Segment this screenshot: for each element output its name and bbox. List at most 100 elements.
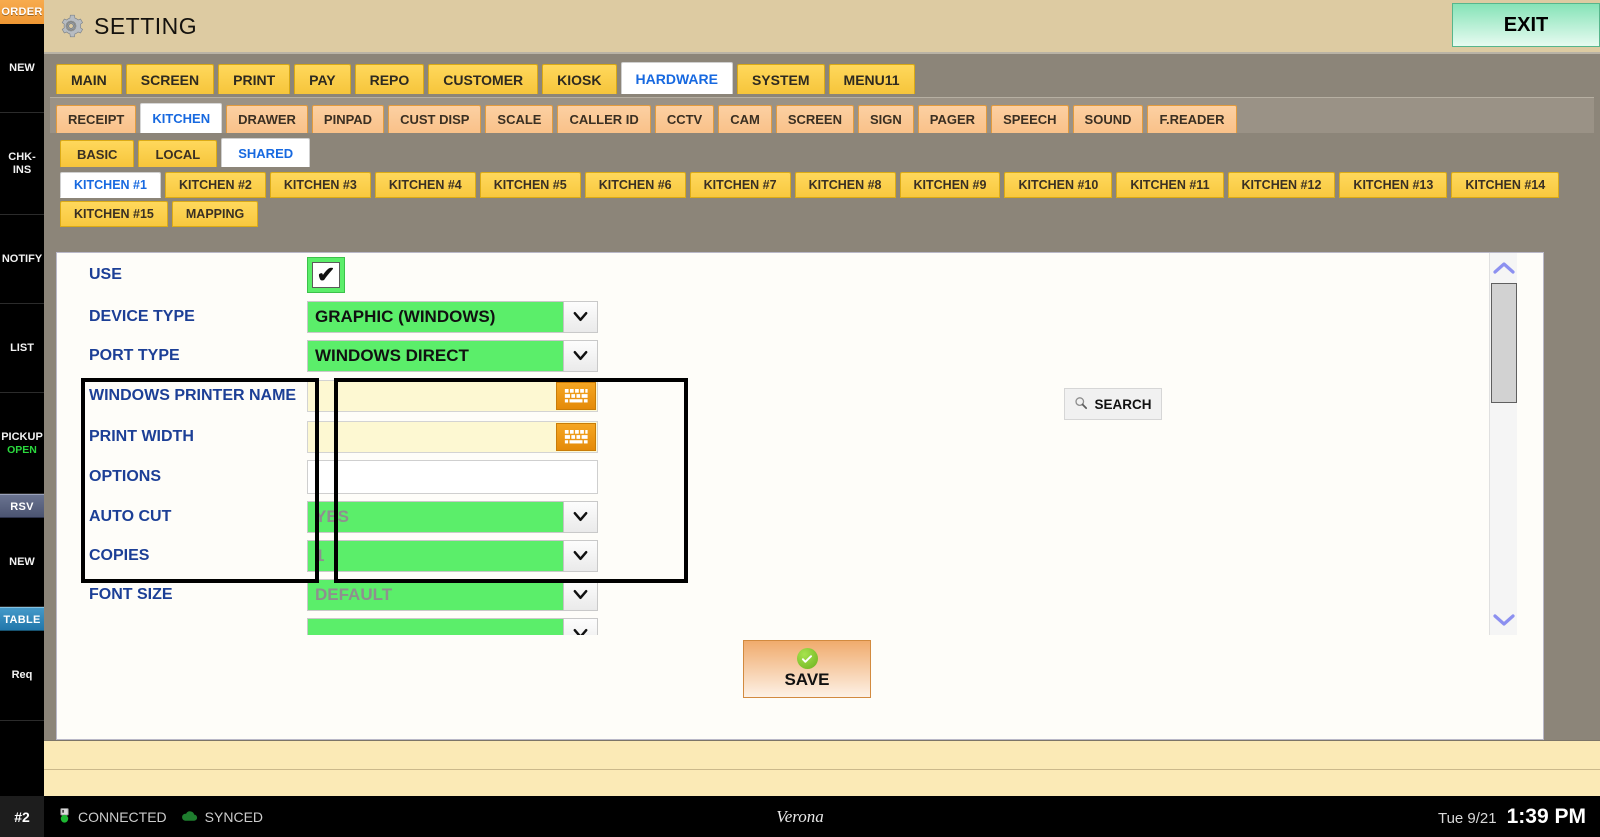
save-button[interactable]: SAVE xyxy=(743,640,871,698)
tab-pager[interactable]: PAGER xyxy=(917,105,988,133)
auto-cut-select[interactable]: YES xyxy=(307,500,598,533)
tab-kitchen-10[interactable]: KITCHEN #10 xyxy=(1004,172,1113,198)
status-time: 1:39 PM xyxy=(1506,804,1586,828)
port-type-select[interactable]: WINDOWS DIRECT xyxy=(307,339,598,372)
chevron-down-icon[interactable] xyxy=(563,501,597,532)
form-row-options: OPTIONS xyxy=(57,457,1517,497)
sidebar-item-rsv-new[interactable]: NEW xyxy=(0,518,44,608)
sidebar-item-label: NEW xyxy=(9,556,35,569)
tab-menu11[interactable]: MENU11 xyxy=(828,64,915,94)
tab-label: SPEECH xyxy=(1003,112,1057,127)
printer-name-input[interactable] xyxy=(308,380,554,409)
form-row-device-type: DEVICE TYPE GRAPHIC (WINDOWS) xyxy=(57,297,1517,336)
save-button-label: SAVE xyxy=(784,670,830,689)
printer-name-field[interactable] xyxy=(307,379,598,412)
tab-kitchen-7[interactable]: KITCHEN #7 xyxy=(689,172,791,198)
form-row-port-type: PORT TYPE WINDOWS DIRECT xyxy=(57,336,1517,375)
tab-shared[interactable]: SHARED xyxy=(221,138,311,167)
exit-button[interactable]: EXIT xyxy=(1452,3,1600,47)
sidebar-header-table[interactable]: TABLE xyxy=(0,607,44,632)
tab-scale[interactable]: SCALE xyxy=(485,105,554,133)
tab-screen[interactable]: SCREEN xyxy=(775,105,854,133)
tab-kitchen-4[interactable]: KITCHEN #4 xyxy=(374,172,476,198)
tab-repo[interactable]: REPO xyxy=(354,64,425,94)
tab-kitchen-12[interactable]: KITCHEN #12 xyxy=(1227,172,1336,198)
tab-cctv[interactable]: CCTV xyxy=(654,105,715,133)
sidebar-item-notify[interactable]: NOTIFY xyxy=(0,215,44,305)
sidebar-item-list[interactable]: LIST xyxy=(0,304,44,394)
tab-sound[interactable]: SOUND xyxy=(1072,105,1144,133)
tab-basic[interactable]: BASIC xyxy=(60,140,135,167)
tab-cust-disp[interactable]: CUST DISP xyxy=(388,105,482,133)
tab-speech[interactable]: SPEECH xyxy=(991,105,1069,133)
tab-kitchen-6[interactable]: KITCHEN #6 xyxy=(584,172,686,198)
tab-label: SCREEN xyxy=(787,112,842,127)
chevron-down-icon[interactable] xyxy=(563,540,597,571)
copies-select[interactable]: 1 xyxy=(307,539,598,572)
tab-drawer[interactable]: DRAWER xyxy=(226,105,308,133)
tab-kitchen-2[interactable]: KITCHEN #2 xyxy=(164,172,266,198)
form-row-use: USE ✔ xyxy=(57,253,1517,297)
scrollbar-thumb[interactable] xyxy=(1491,283,1517,403)
tab-receipt[interactable]: RECEIPT xyxy=(56,105,137,133)
font-size-select[interactable]: DEFAULT xyxy=(307,578,598,611)
form-row-print-width: PRINT WIDTH xyxy=(57,416,1517,457)
tab-label: RECEIPT xyxy=(68,112,125,127)
vertical-scrollbar[interactable] xyxy=(1489,253,1517,635)
tab-customer[interactable]: CUSTOMER xyxy=(428,64,539,94)
tab-kitchen-9[interactable]: KITCHEN #9 xyxy=(899,172,1001,198)
chevron-down-icon[interactable] xyxy=(563,340,597,371)
tab-kitchen[interactable]: KITCHEN xyxy=(140,103,223,133)
tab-sign[interactable]: SIGN xyxy=(858,105,914,133)
tab-kiosk[interactable]: KIOSK xyxy=(542,64,617,94)
keyboard-icon[interactable] xyxy=(556,381,596,410)
tab-kitchen-8[interactable]: KITCHEN #8 xyxy=(794,172,896,198)
tab-label: SCALE xyxy=(497,112,542,127)
tab-kitchen-1[interactable]: KITCHEN #1 xyxy=(60,172,161,198)
scroll-up-icon[interactable] xyxy=(1490,255,1517,281)
tab-caller-id[interactable]: CALLER ID xyxy=(557,105,651,133)
sidebar-item-chk-ins[interactable]: CHK-INS xyxy=(0,113,44,215)
search-button[interactable]: SEARCH xyxy=(1064,388,1162,420)
tab-kitchen-5[interactable]: KITCHEN #5 xyxy=(479,172,581,198)
chevron-down-icon[interactable] xyxy=(563,301,597,332)
tab-kitchen-11[interactable]: KITCHEN #11 xyxy=(1116,172,1224,198)
sidebar-header-order[interactable]: ORDER xyxy=(0,0,44,24)
print-width-field[interactable] xyxy=(307,420,598,453)
font-size-value: DEFAULT xyxy=(315,584,393,604)
sidebar-item-new[interactable]: NEW xyxy=(0,24,44,114)
sidebar-item-pickup[interactable]: PICKUP OPEN xyxy=(0,393,44,495)
partial-next-select[interactable] xyxy=(307,617,598,635)
tab-hardware[interactable]: HARDWARE xyxy=(620,62,733,94)
tab-mapping[interactable]: MAPPING xyxy=(171,201,259,227)
chevron-down-icon[interactable] xyxy=(563,579,597,610)
tab-main[interactable]: MAIN xyxy=(56,64,122,94)
tab-label: SCREEN xyxy=(140,71,200,88)
tab-kitchen-14[interactable]: KITCHEN #14 xyxy=(1451,172,1560,198)
chevron-down-icon[interactable] xyxy=(563,618,597,635)
sidebar-item-label: Req xyxy=(11,669,33,682)
print-width-input[interactable] xyxy=(308,421,554,450)
device-type-select[interactable]: GRAPHIC (WINDOWS) xyxy=(307,300,598,333)
field-control-partial-next xyxy=(307,617,607,635)
sidebar-header-rsv[interactable]: RSV xyxy=(0,494,44,519)
tab-local[interactable]: LOCAL xyxy=(138,140,218,167)
tab-kitchen-13[interactable]: KITCHEN #13 xyxy=(1339,172,1448,198)
scroll-down-icon[interactable] xyxy=(1490,607,1517,633)
tab-f-reader[interactable]: F.READER xyxy=(1147,105,1237,133)
options-field[interactable] xyxy=(307,460,598,494)
tab-kitchen-15[interactable]: KITCHEN #15 xyxy=(60,201,168,227)
tab-kitchen-3[interactable]: KITCHEN #3 xyxy=(269,172,371,198)
use-checkbox[interactable]: ✔ xyxy=(307,257,345,293)
app-header: SETTING EXIT xyxy=(44,0,1600,52)
tab-system[interactable]: SYSTEM xyxy=(736,64,825,94)
keyboard-icon[interactable] xyxy=(556,422,596,451)
field-label-font-size: FONT SIZE xyxy=(89,585,173,603)
tab-cam[interactable]: CAM xyxy=(718,105,772,133)
tab-print[interactable]: PRINT xyxy=(218,64,291,94)
tab-screen[interactable]: SCREEN xyxy=(125,64,215,94)
settings-content-panel: USE ✔ DEVICE TYPE GRAPHIC (WINDOWS) PORT… xyxy=(56,252,1544,740)
sidebar-item-req[interactable]: Req xyxy=(0,631,44,721)
tab-pay[interactable]: PAY xyxy=(294,64,351,94)
tab-pinpad[interactable]: PINPAD xyxy=(311,105,385,133)
